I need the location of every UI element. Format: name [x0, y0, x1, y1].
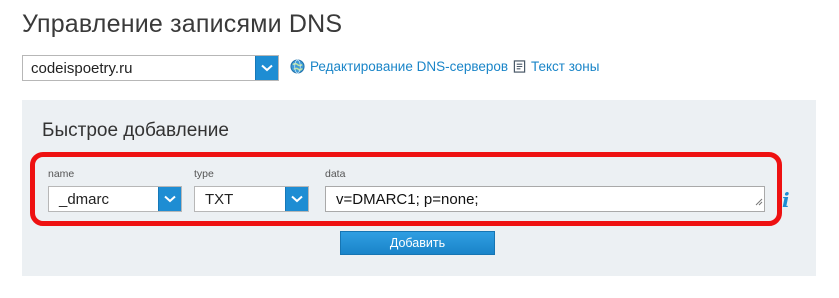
- chevron-down-icon[interactable]: [285, 187, 308, 211]
- zone-text-label: Текст зоны: [531, 59, 600, 74]
- chevron-down-icon[interactable]: [158, 187, 181, 211]
- type-select-value: TXT: [205, 190, 234, 208]
- info-icon[interactable]: i: [782, 188, 790, 212]
- domain-select[interactable]: codeispoetry.ru: [22, 55, 279, 81]
- data-textarea[interactable]: v=DMARC1; p=none;: [325, 186, 765, 212]
- name-field-label: name: [48, 168, 75, 180]
- name-select[interactable]: _dmarc: [48, 186, 182, 212]
- data-textarea-value: v=DMARC1; p=none;: [336, 190, 479, 208]
- globe-icon: [290, 59, 305, 74]
- quick-add-title: Быстрое добавление: [42, 120, 229, 141]
- chevron-down-icon[interactable]: [255, 56, 278, 80]
- zone-text-link[interactable]: Текст зоны: [513, 59, 599, 74]
- domain-select-value: codeispoetry.ru: [31, 59, 133, 77]
- data-field-label: data: [325, 168, 346, 180]
- type-select[interactable]: TXT: [194, 186, 309, 212]
- edit-dns-servers-link[interactable]: Редактирование DNS-серверов: [290, 59, 508, 74]
- name-select-value: _dmarc: [59, 190, 110, 208]
- edit-dns-servers-label: Редактирование DNS-серверов: [310, 59, 509, 74]
- add-button[interactable]: Добавить: [340, 231, 495, 255]
- resize-grip-icon[interactable]: [755, 193, 763, 210]
- type-field-label: type: [194, 168, 214, 180]
- page-title: Управление записями DNS: [22, 10, 343, 38]
- document-icon: [513, 60, 526, 73]
